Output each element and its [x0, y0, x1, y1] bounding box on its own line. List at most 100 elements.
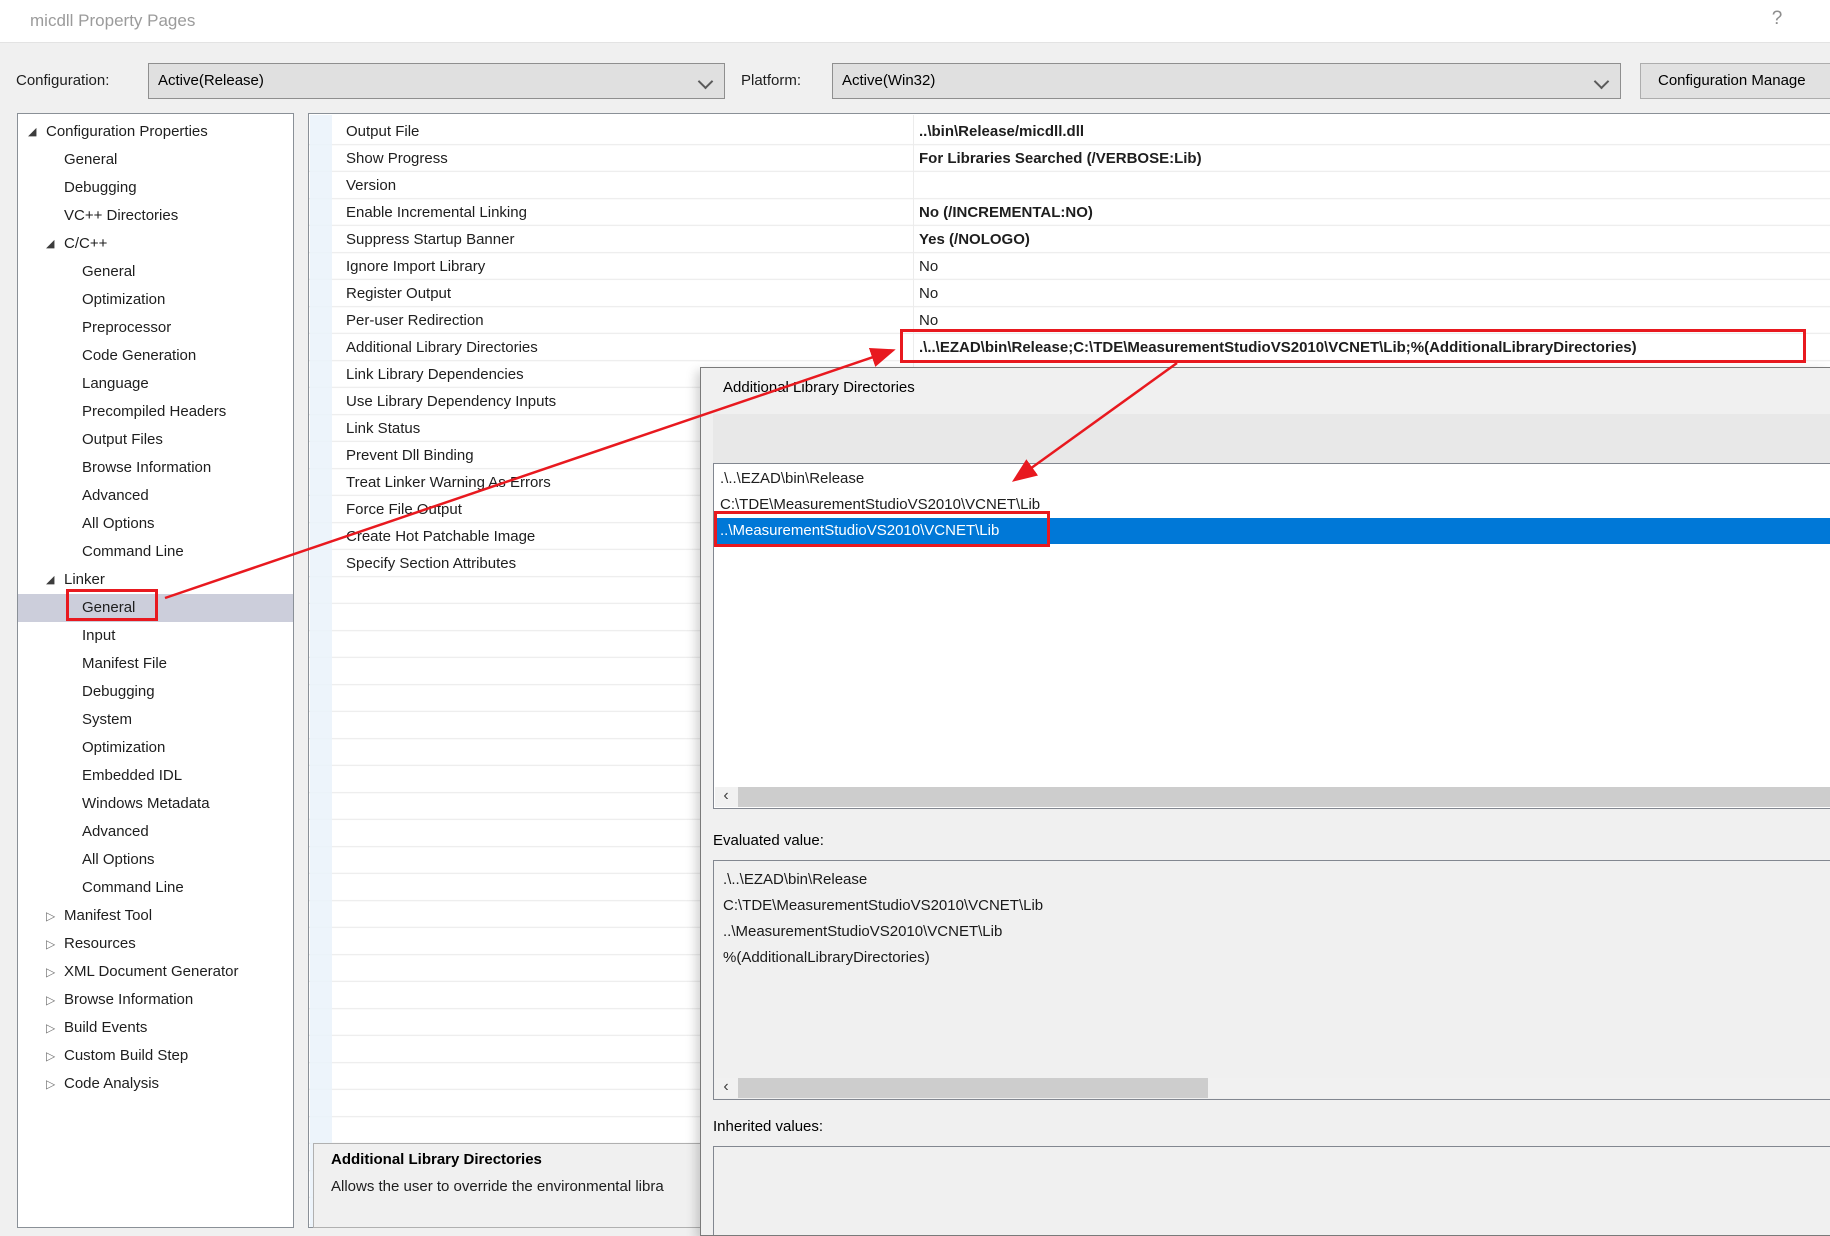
expand-arrow-icon[interactable]: ▷ — [46, 1042, 55, 1070]
expand-arrow-icon[interactable]: ▷ — [46, 1070, 55, 1098]
tree-item-code-generation[interactable]: Code Generation — [18, 342, 293, 370]
tree-item-debugging[interactable]: Debugging — [18, 174, 293, 202]
expand-arrow-icon[interactable]: ▷ — [46, 930, 55, 958]
tree-item-advanced[interactable]: Advanced — [18, 482, 293, 510]
scroll-left-icon[interactable]: ‹ — [715, 787, 737, 807]
directory-list-item[interactable]: C:\TDE\MeasurementStudioVS2010\VCNET\Lib — [714, 492, 1830, 518]
property-row-output-file[interactable]: Output File ..\bin\Release/micdll.dll — [309, 118, 1830, 145]
tree-item-xml-document-generator[interactable]: ▷XML Document Generator — [18, 958, 293, 986]
expand-arrow-icon[interactable]: ▷ — [46, 902, 55, 930]
directory-list-item[interactable]: .\..\EZAD\bin\Release — [714, 466, 1830, 492]
tree-item-configuration-properties[interactable]: ◢Configuration Properties — [18, 118, 293, 146]
tree-item-manifest-tool[interactable]: ▷Manifest Tool — [18, 902, 293, 930]
title-bar: micdll Property Pages ? — [0, 0, 1830, 43]
directories-list[interactable]: ‹ .\..\EZAD\bin\ReleaseC:\TDE\Measuremen… — [713, 463, 1830, 809]
tree-item-all-options[interactable]: All Options — [18, 510, 293, 538]
tree-item-label: Debugging — [82, 678, 155, 706]
tree-item-input[interactable]: Input — [18, 622, 293, 650]
tree-item-debugging[interactable]: Debugging — [18, 678, 293, 706]
tree-item-advanced[interactable]: Advanced — [18, 818, 293, 846]
scrollbar-thumb[interactable] — [738, 1078, 1208, 1098]
inherited-values-label: Inherited values: — [713, 1118, 823, 1135]
help-icon[interactable]: ? — [1762, 8, 1792, 30]
scroll-left-icon[interactable]: ‹ — [715, 1078, 737, 1098]
property-value[interactable]: No — [919, 253, 938, 280]
tree-item-browse-information[interactable]: ▷Browse Information — [18, 986, 293, 1014]
tree-item-system[interactable]: System — [18, 706, 293, 734]
tree-item-optimization[interactable]: Optimization — [18, 286, 293, 314]
property-name: Show Progress — [346, 145, 448, 172]
evaluated-value-lines: .\..\EZAD\bin\Release C:\TDE\Measurement… — [723, 867, 1043, 971]
platform-dropdown[interactable]: Active(Win32) — [832, 63, 1621, 99]
tree-item-resources[interactable]: ▷Resources — [18, 930, 293, 958]
tree-item-general[interactable]: General — [18, 258, 293, 286]
tree-item-general[interactable]: General — [18, 594, 293, 622]
popup-title: Additional Library Directories — [723, 379, 915, 396]
property-row-show-progress[interactable]: Show Progress For Libraries Searched (/VE… — [309, 145, 1830, 172]
tree-item-label: Language — [82, 370, 149, 398]
tree-item-label: Code Analysis — [64, 1070, 159, 1098]
property-value[interactable]: Yes (/NOLOGO) — [919, 226, 1030, 253]
tree-item-manifest-file[interactable]: Manifest File — [18, 650, 293, 678]
property-name: Create Hot Patchable Image — [346, 523, 535, 550]
property-value[interactable]: No (/INCREMENTAL:NO) — [919, 199, 1093, 226]
tree-item-label: Manifest File — [82, 650, 167, 678]
expand-arrow-icon[interactable]: ▷ — [46, 1014, 55, 1042]
property-value[interactable]: .\..\EZAD\bin\Release;C:\TDE\Measurement… — [919, 334, 1637, 361]
property-name: Force File Output — [346, 496, 462, 523]
collapse-arrow-icon[interactable]: ◢ — [28, 118, 36, 146]
tree-item-browse-information[interactable]: Browse Information — [18, 454, 293, 482]
directory-list-item[interactable]: ..\MeasurementStudioVS2010\VCNET\Lib — [714, 518, 1830, 544]
tree-item-linker[interactable]: ◢Linker — [18, 566, 293, 594]
tree-item-command-line[interactable]: Command Line — [18, 538, 293, 566]
property-name: Output File — [346, 118, 419, 145]
tree-item-windows-metadata[interactable]: Windows Metadata — [18, 790, 293, 818]
scrollbar-thumb[interactable] — [738, 787, 1830, 807]
collapse-arrow-icon[interactable]: ◢ — [46, 566, 54, 594]
property-row-enable-incremental-linking[interactable]: Enable Incremental LinkingNo (/INCREMENT… — [309, 199, 1830, 226]
tree-item-c-c[interactable]: ◢ C/C++ — [18, 230, 293, 258]
configuration-dropdown-value: Active(Release) — [158, 72, 264, 89]
tree-item-vc-directories[interactable]: VC++ Directories — [18, 202, 293, 230]
property-value[interactable]: ..\bin\Release/micdll.dll — [919, 118, 1084, 145]
tree-item-preprocessor[interactable]: Preprocessor — [18, 314, 293, 342]
configuration-tree: ◢Configuration PropertiesGeneralDebuggin… — [17, 113, 294, 1228]
property-row-register-output[interactable]: Register Output No — [309, 280, 1830, 307]
property-row-suppress-startup-banner[interactable]: Suppress Startup BannerYes (/NOLOGO) — [309, 226, 1830, 253]
chevron-down-icon — [1594, 74, 1610, 90]
expand-arrow-icon[interactable]: ▷ — [46, 958, 55, 986]
evaluated-horizontal-scrollbar[interactable]: ‹ — [715, 1078, 1830, 1098]
property-value[interactable]: No — [919, 280, 938, 307]
tree-item-optimization[interactable]: Optimization — [18, 734, 293, 762]
tree-item-general[interactable]: General — [18, 146, 293, 174]
tree-item-label: Advanced — [82, 818, 149, 846]
property-row-ignore-import-library[interactable]: Ignore Import Library No — [309, 253, 1830, 280]
tree-item-command-line[interactable]: Command Line — [18, 874, 293, 902]
property-name: Register Output — [346, 280, 451, 307]
configuration-dropdown[interactable]: Active(Release) — [148, 63, 725, 99]
tree-item-embedded-idl[interactable]: Embedded IDL — [18, 762, 293, 790]
tree-item-label: Precompiled Headers — [82, 398, 226, 426]
tree-item-output-files[interactable]: Output Files — [18, 426, 293, 454]
list-horizontal-scrollbar[interactable]: ‹ — [715, 787, 1830, 807]
tree-item-build-events[interactable]: ▷Build Events — [18, 1014, 293, 1042]
tree-item-label: Debugging — [64, 174, 137, 202]
property-help-description: Allows the user to override the environm… — [331, 1178, 664, 1195]
tree-item-custom-build-step[interactable]: ▷Custom Build Step — [18, 1042, 293, 1070]
expand-arrow-icon[interactable]: ▷ — [46, 986, 55, 1014]
property-row-additional-library-directories[interactable]: Additional Library Directories.\..\EZAD\… — [309, 334, 1830, 361]
property-value[interactable]: For Libraries Searched (/VERBOSE:Lib) — [919, 145, 1202, 172]
property-row-per-user-redirection[interactable]: Per-user RedirectionNo — [309, 307, 1830, 334]
property-value[interactable]: No — [919, 307, 938, 334]
property-name: Ignore Import Library — [346, 253, 485, 280]
tree-item-code-analysis[interactable]: ▷ Code Analysis — [18, 1070, 293, 1098]
collapse-arrow-icon[interactable]: ◢ — [46, 230, 54, 258]
configuration-manager-button[interactable]: Configuration Manage — [1640, 63, 1830, 99]
property-name: Link Status — [346, 415, 420, 442]
tree-item-language[interactable]: Language — [18, 370, 293, 398]
tree-item-label: C/C++ — [64, 230, 107, 258]
tree-item-label: General — [82, 258, 135, 286]
tree-item-all-options[interactable]: All Options — [18, 846, 293, 874]
property-row-version[interactable]: Version — [309, 172, 1830, 199]
tree-item-precompiled-headers[interactable]: Precompiled Headers — [18, 398, 293, 426]
